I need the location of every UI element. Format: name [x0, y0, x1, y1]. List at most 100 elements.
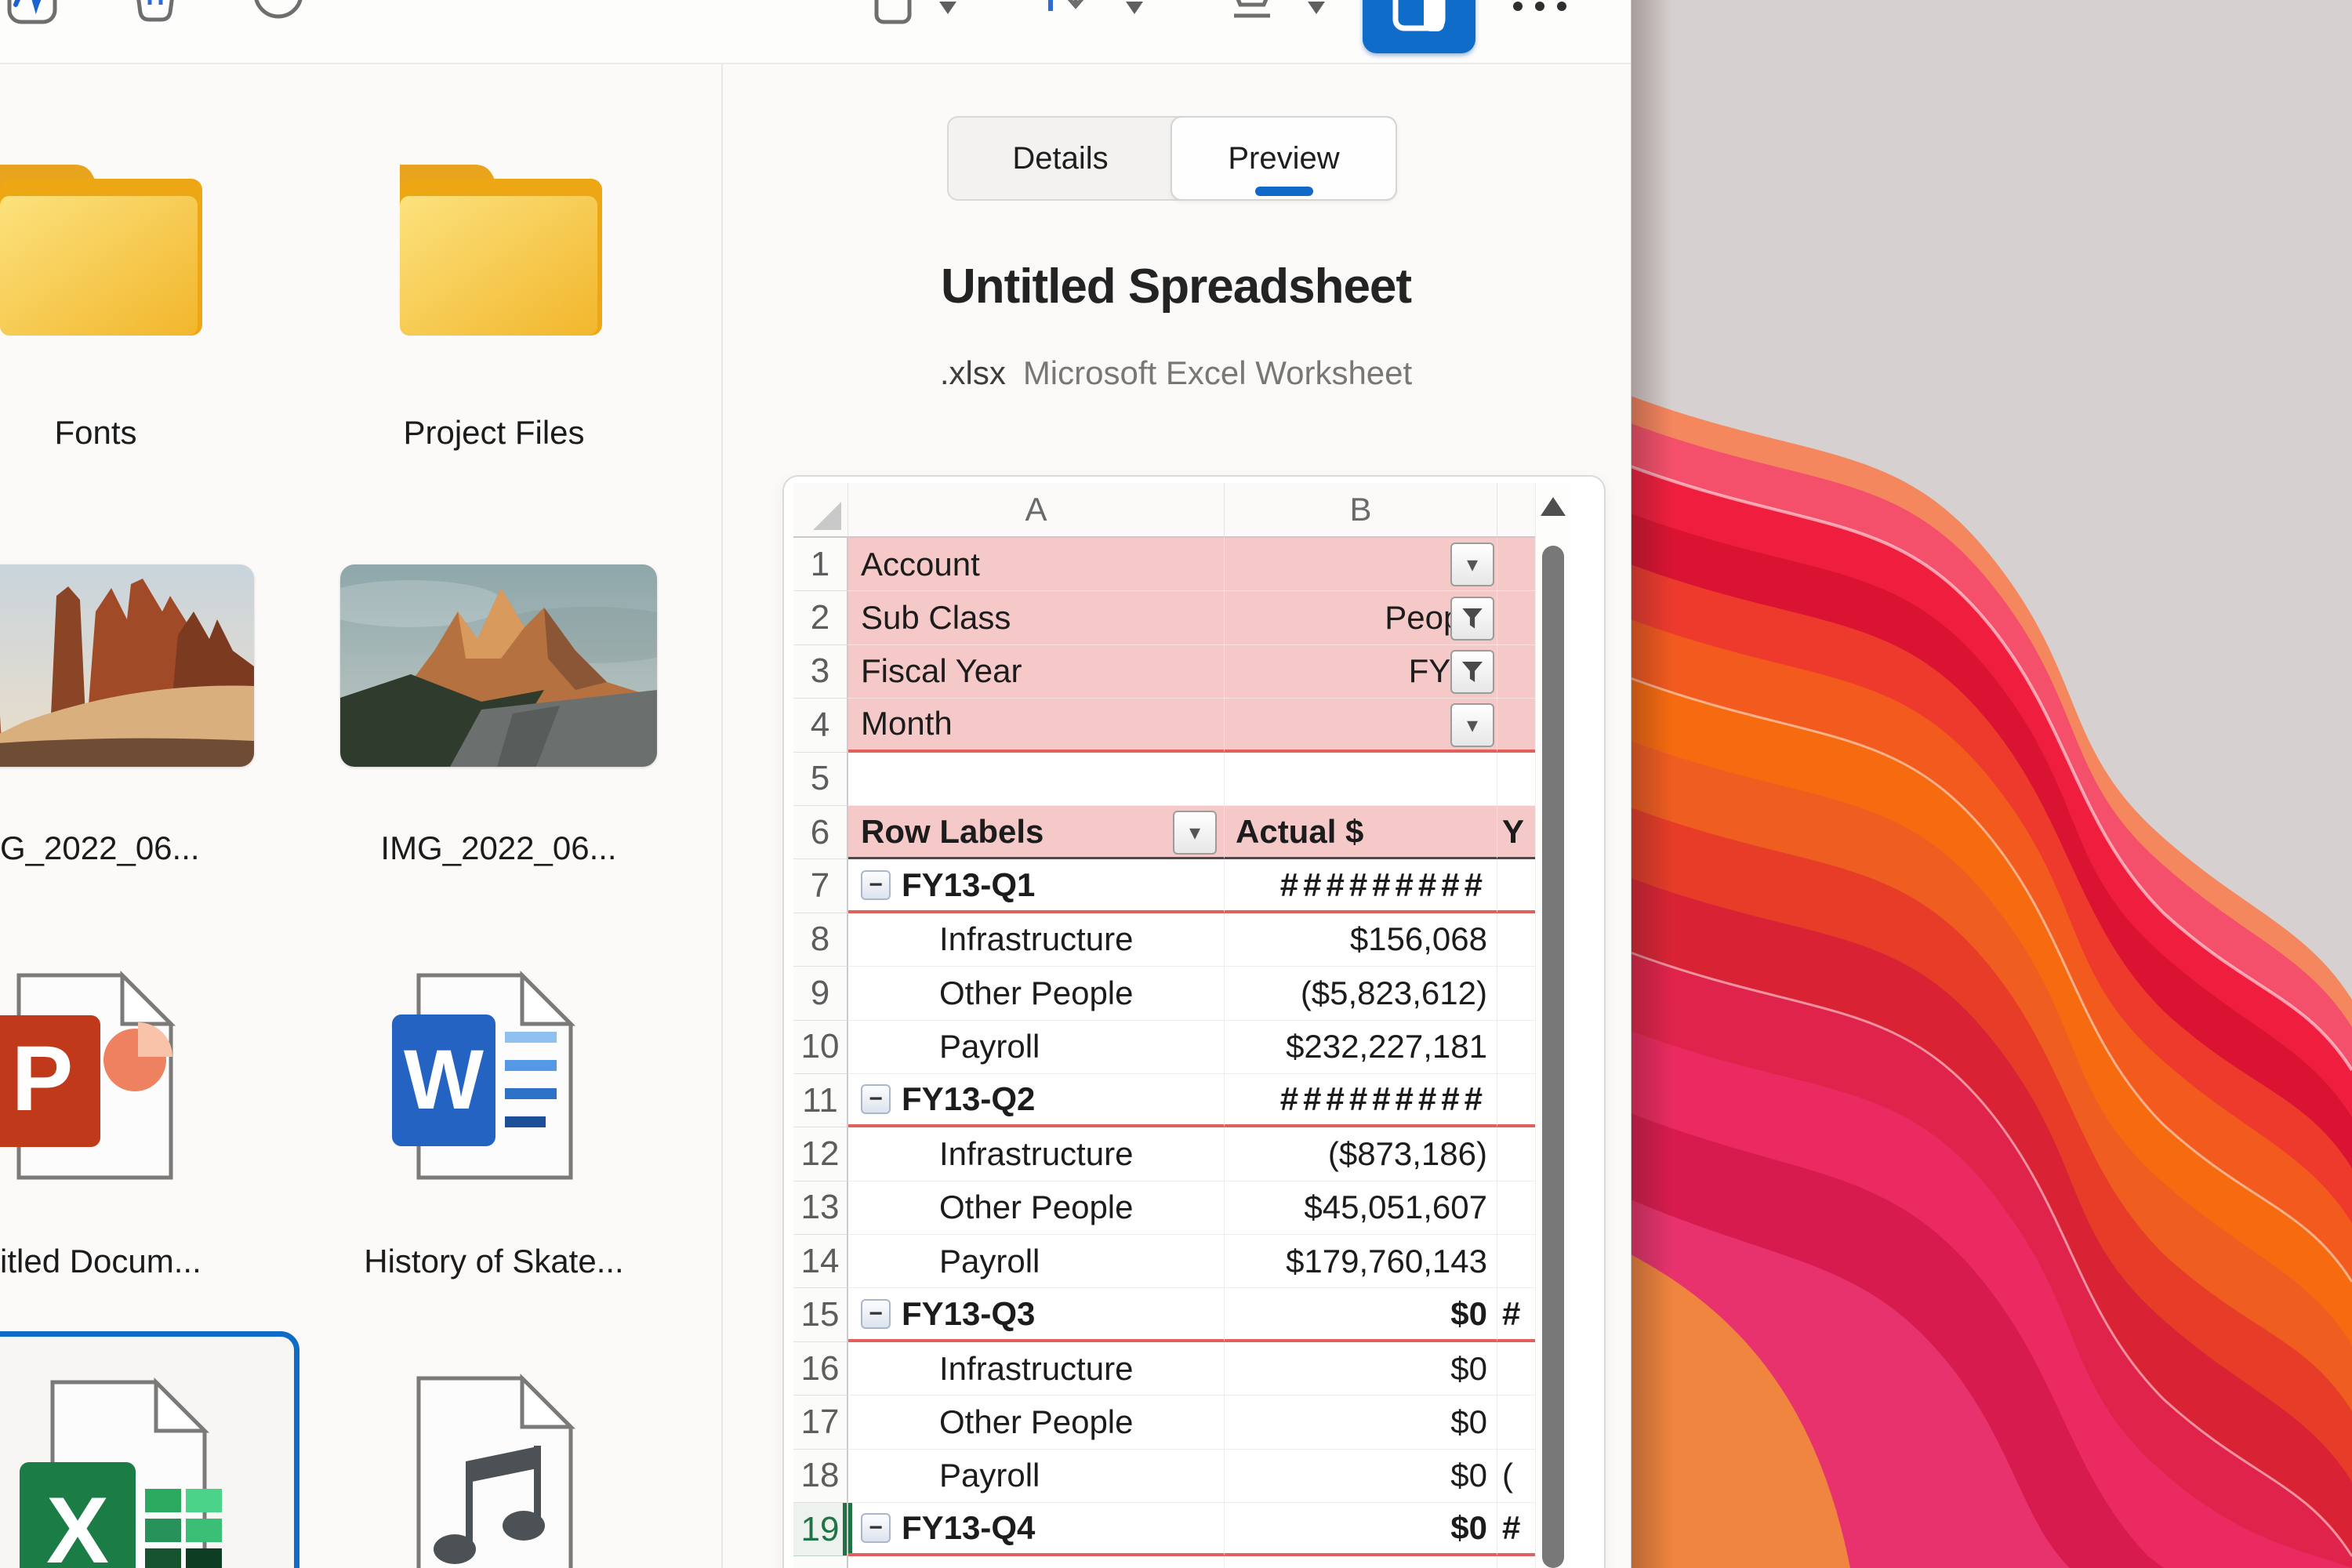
sheet-row: 1AccountAll▾	[793, 538, 1535, 591]
chevron-down-icon: ▾	[1467, 714, 1478, 736]
file-explorer-window: Fonts Project Files	[0, 0, 1632, 1568]
svg-text:P: P	[12, 1027, 74, 1131]
cell-a-text: Infrastructure	[939, 1135, 1133, 1173]
cell-a-text: Fiscal Year	[861, 652, 1022, 690]
row-number: 12	[793, 1127, 848, 1181]
preview-pane-icon	[1386, 0, 1452, 42]
spreadsheet: A B 1AccountAll▾2Sub ClassPeople3Fiscal …	[793, 483, 1535, 1568]
cell-b: $0	[1225, 1503, 1497, 1556]
preview-file-type: .xlsxMicrosoft Excel Worksheet	[721, 354, 1631, 392]
row-number: 11	[793, 1074, 848, 1127]
copy-chevron-icon[interactable]	[939, 2, 956, 14]
cell-a-text: Account	[861, 546, 980, 583]
cell-a: Infrastructure	[848, 1127, 1225, 1181]
file-item-audio[interactable]	[390, 1374, 626, 1568]
file-item-image-desert[interactable]	[0, 564, 254, 767]
cell-b: ($873,186)	[1225, 1127, 1497, 1181]
row-number: 5	[793, 753, 848, 806]
cell-a: Payroll	[848, 1235, 1225, 1288]
file-label[interactable]: itled Docum...	[0, 1243, 201, 1280]
tab-preview[interactable]: Preview	[1171, 116, 1397, 201]
cell-a: Other People	[848, 1396, 1225, 1449]
cell-a-text: Other People	[939, 1403, 1134, 1441]
sheet-row: 11−FY13-Q2#########	[793, 1074, 1535, 1127]
cell-a-text: Other People	[939, 1189, 1134, 1226]
file-item-image-mountain[interactable]	[340, 564, 657, 767]
preview-scrollbar[interactable]	[1535, 483, 1570, 1568]
file-label[interactable]: Fonts	[54, 414, 136, 452]
info-icon[interactable]	[252, 0, 304, 24]
share-icon[interactable]	[6, 0, 58, 25]
desktop-wallpaper	[1631, 0, 2352, 1568]
row-number: 15	[793, 1288, 848, 1341]
view-icon[interactable]	[1225, 0, 1279, 31]
cell-b: $232,227,181	[1225, 1021, 1497, 1074]
row-number: 14	[793, 1235, 848, 1288]
collapse-icon: −	[861, 870, 891, 900]
audio-icon	[390, 1374, 626, 1568]
row-number: 9	[793, 967, 848, 1020]
tab-details[interactable]: Details	[949, 118, 1172, 199]
file-label[interactable]: IMG_2022_06...	[380, 829, 616, 867]
row-number: 18	[793, 1450, 848, 1503]
cell-b: $0	[1225, 1396, 1497, 1449]
dropdown-button: ▾	[1450, 703, 1494, 747]
row-number: 7	[793, 859, 848, 913]
filter-applied-button	[1450, 650, 1494, 694]
file-item-powerpoint[interactable]: P	[0, 971, 220, 1182]
delete-icon[interactable]	[130, 0, 180, 25]
cell-b: $0	[1225, 1288, 1497, 1341]
file-item-word[interactable]: W	[390, 971, 626, 1182]
file-item-project-files[interactable]	[390, 157, 602, 353]
cell-c: #	[1497, 1288, 1535, 1341]
cell-a: Payroll	[848, 1021, 1225, 1074]
image-thumbnail	[0, 564, 254, 767]
copy-icon[interactable]	[859, 0, 914, 31]
sheet-row: 3Fiscal YearFY13	[793, 645, 1535, 699]
cell-a: −FY13-Q1	[848, 859, 1225, 913]
file-label[interactable]: History of Skate...	[364, 1243, 623, 1280]
row-number: 13	[793, 1181, 848, 1235]
scrollbar-thumb[interactable]	[1542, 546, 1564, 1568]
view-chevron-icon[interactable]	[1308, 2, 1325, 14]
cell-b	[1225, 753, 1497, 806]
cell-a: −FY13-Q2	[848, 1074, 1225, 1127]
sort-chevron-icon[interactable]	[1126, 2, 1143, 14]
sort-icon[interactable]	[1044, 0, 1102, 33]
cell-a: Row Labels	[848, 806, 1225, 859]
cell-b: $0	[1225, 1342, 1497, 1396]
preview-pane-toggle-button[interactable]	[1363, 0, 1475, 53]
cell-a-text: FY13-Q4	[902, 1509, 1035, 1547]
file-label[interactable]: G_2022_06...	[0, 829, 200, 867]
sheet-row: 15−FY13-Q3$0#	[793, 1288, 1535, 1341]
cell-c	[1497, 859, 1535, 913]
scroll-up-icon[interactable]	[1541, 497, 1566, 516]
sheet-row: 19−FY13-Q4$0#	[793, 1503, 1535, 1556]
file-label[interactable]: Project Files	[403, 414, 584, 452]
row-number: 4	[793, 699, 848, 752]
cell-a	[848, 753, 1225, 806]
column-header-a: A	[848, 483, 1225, 538]
cell-c	[1497, 1396, 1535, 1449]
select-all-cell	[793, 483, 848, 538]
cell-a: Sub Class	[848, 591, 1225, 644]
row-number: 6	[793, 806, 848, 859]
row-number: 10	[793, 1021, 848, 1074]
sheet-row: 4MonthAll▾	[793, 699, 1535, 752]
sheet-row: 10Payroll$232,227,181	[793, 1021, 1535, 1074]
sheet-row: 8Infrastructure$156,068	[793, 913, 1535, 967]
cell-a: Account	[848, 538, 1225, 591]
cell-a-text: Infrastructure	[939, 920, 1133, 958]
cell-a: Infrastructure	[848, 913, 1225, 967]
active-tab-indicator	[1255, 187, 1313, 196]
word-icon: W	[390, 971, 626, 1182]
cell-a-text: Payroll	[939, 1457, 1040, 1494]
sheet-rows: 1AccountAll▾2Sub ClassPeople3Fiscal Year…	[793, 538, 1535, 1568]
file-item-excel-selected[interactable]: X	[0, 1331, 299, 1568]
cell-c	[1497, 1181, 1535, 1235]
cell-c	[1497, 913, 1535, 967]
collapse-icon: −	[861, 1299, 891, 1329]
sheet-row: 18Payroll$0(	[793, 1450, 1535, 1503]
cell-c: (	[1497, 1450, 1535, 1503]
file-item-fonts[interactable]	[0, 157, 202, 353]
